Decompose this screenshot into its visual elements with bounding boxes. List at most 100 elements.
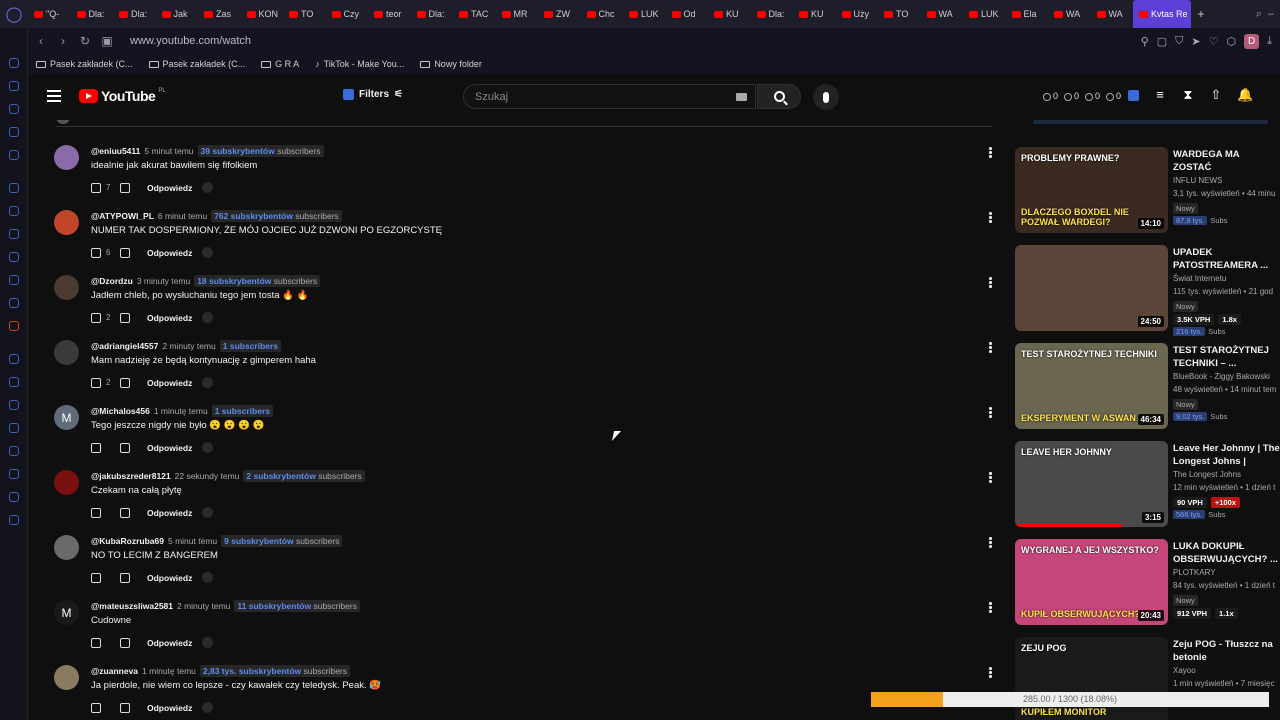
dislike-icon[interactable] [120,442,130,453]
more-options-icon[interactable] [989,667,992,678]
dislike-icon[interactable] [120,637,130,648]
channel-name[interactable]: The Longest Johns [1173,470,1241,479]
sidebar-icon[interactable] [9,492,19,502]
pin-icon[interactable]: ⚲ [1141,35,1149,48]
minimize-icon[interactable]: – [1268,8,1274,21]
comment-time[interactable]: 6 minut temu [158,211,207,221]
more-options-icon[interactable] [989,472,992,483]
browser-tab[interactable]: Zas [198,0,241,28]
comment-time[interactable]: 1 minutę temu [154,406,208,416]
related-video[interactable]: ZEJU POG kupiłem monitor Zeju POG - Tłuszc… [1015,637,1280,720]
channel-name[interactable]: Xayoo [1173,666,1196,675]
bookmark-item[interactable]: G R A [261,59,299,69]
heart-icon[interactable]: ♡ [1209,35,1219,48]
extension-icon[interactable] [1128,89,1139,101]
dislike-icon[interactable] [120,377,130,388]
keyboard-icon[interactable] [736,93,747,101]
sidebar-icon[interactable] [9,104,19,114]
opera-icon[interactable]: ◯ [0,0,28,28]
browser-tab[interactable]: LUK [963,0,1006,28]
related-video[interactable]: WYGRANEJ A JEJ WSZYSTKO? KUPIŁ OBSERWUJĄC… [1015,539,1280,635]
dislike-icon[interactable] [120,702,130,713]
reply-button[interactable]: Odpowiedz [147,508,192,518]
like-icon[interactable] [91,247,101,258]
video-thumbnail[interactable]: TEST STAROŻYTNEJ TECHNIKI EKSPERYMENT W A… [1015,343,1168,429]
browser-tab[interactable]: TO [878,0,921,28]
sidebar-icon[interactable] [9,81,19,91]
dislike-icon[interactable] [120,507,130,518]
comment-author[interactable]: @KubaRozruba69 [91,536,164,546]
search-tabs-icon[interactable]: ⌕ [1256,8,1262,21]
sidebar-icon[interactable] [9,229,19,239]
browser-tab[interactable]: Od [666,0,709,28]
comment-author[interactable]: @mateuszsliwa2581 [91,601,173,611]
browser-tab[interactable]: Dla: [411,0,454,28]
extension-icon[interactable] [202,702,214,713]
sidebar-icon[interactable] [9,377,19,387]
comment-time[interactable]: 2 minuty temu [177,601,230,611]
sidebar-icon[interactable] [9,206,19,216]
comment-author[interactable]: @zuanneva [91,666,138,676]
search-button[interactable] [757,84,801,109]
browser-tab[interactable]: WA [1091,0,1134,28]
browser-tab[interactable]: Dla: [71,0,114,28]
channel-name[interactable]: INFLU NEWS [1173,176,1222,185]
extension-icon[interactable] [202,377,214,388]
upload-icon[interactable]: ⇧ [1209,88,1223,102]
video-thumbnail[interactable]: PROBLEMY PRAWNE? DLACZEGO BOXDEL NIE POZW… [1015,147,1168,233]
dislike-icon[interactable] [120,312,130,323]
reply-button[interactable]: Odpowiedz [147,703,192,713]
sidebar-icon[interactable] [9,127,19,137]
browser-tab[interactable]: teor [368,0,411,28]
bookmark-item[interactable]: Pasek zakładek (C... [148,59,245,69]
more-options-icon[interactable] [989,407,992,418]
avatar[interactable] [54,535,79,560]
dislike-icon[interactable] [120,247,130,258]
related-video[interactable]: Leave Her Johnny 3:15 Leave Her Johnny | T… [1015,441,1280,537]
profile-avatar[interactable]: D [1244,33,1260,49]
comment-time[interactable]: 1 minutę temu [142,666,196,676]
video-thumbnail[interactable]: 24:50 [1015,245,1168,331]
url-field[interactable]: www.youtube.com/watch [130,35,251,47]
more-options-icon[interactable] [989,602,992,613]
browser-tab[interactable]: "Q- [28,0,71,28]
avatar[interactable] [54,665,79,690]
video-title[interactable]: UPADEK PATOSTREAMERA ... [1173,246,1280,273]
sidebar-icon[interactable] [9,321,19,331]
avatar[interactable]: M [54,600,79,625]
related-video[interactable]: TEST STAROŻYTNEJ TECHNIKI EKSPERYMENT W A… [1015,343,1280,439]
more-options-icon[interactable] [989,277,992,288]
browser-tab[interactable]: KU [708,0,751,28]
reply-button[interactable]: Odpowiedz [147,378,192,388]
channel-name[interactable]: Świat Internetu [1173,274,1226,283]
menu-icon[interactable] [47,90,61,102]
reply-button[interactable]: Odpowiedz [147,443,192,453]
browser-tab[interactable]: Dla: [113,0,156,28]
comment-author[interactable]: @adriangiel4557 [91,341,158,351]
bookmark-item[interactable]: Nowy folder [420,59,482,69]
shield-icon[interactable]: ⛉ [1175,35,1183,48]
comment-time[interactable]: 22 sekundy temu [175,471,240,481]
send-icon[interactable]: ➤ [1191,35,1200,48]
browser-tab[interactable]: ZW [538,0,581,28]
browser-tab[interactable]: WA [921,0,964,28]
extension-icon[interactable] [202,442,214,453]
list-icon[interactable]: ≡ [1153,88,1167,102]
sidebar-icon[interactable] [9,298,19,308]
bookmark-item[interactable]: Pasek zakładek (C... [36,59,133,69]
new-tab-icon[interactable]: + [1191,7,1211,21]
comment-time[interactable]: 3 minuty temu [137,276,190,286]
like-icon[interactable] [91,507,101,518]
comment-author[interactable]: @Dzordzu [91,276,133,286]
video-title[interactable]: Zeju POG - Tłuszcz na betonie [1173,638,1280,665]
browser-tab[interactable]: Ela [1006,0,1049,28]
browser-tab[interactable]: Czy [326,0,369,28]
browser-tab[interactable]: TO [283,0,326,28]
reply-button[interactable]: Odpowiedz [147,313,192,323]
dislike-icon[interactable] [120,572,130,583]
tab-active[interactable]: Kvtas Re [1133,0,1191,28]
sidebar-icon[interactable] [9,150,19,160]
sidebar-icon[interactable] [9,354,19,364]
browser-tab[interactable]: Chc [581,0,624,28]
channel-name[interactable]: BlueBook - Ziggy Bakowski [1173,372,1270,381]
